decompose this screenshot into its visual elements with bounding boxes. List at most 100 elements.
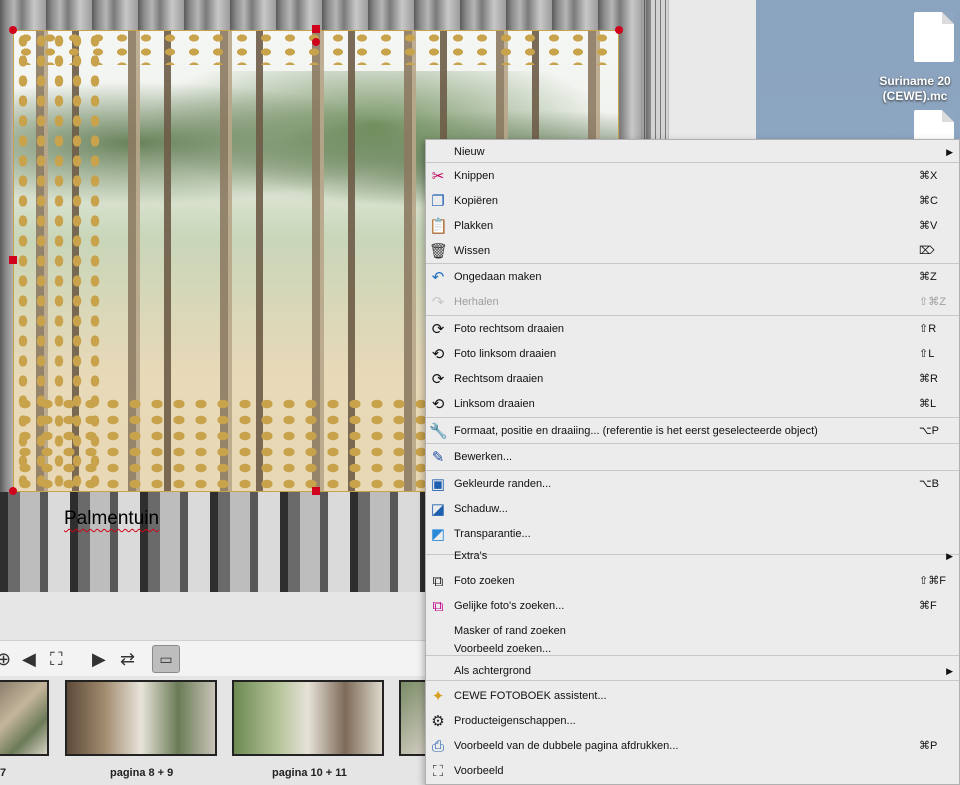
menu-item-foto-rechtsom-draaien[interactable]: ⟳ Foto rechtsom draaien ⇧R [426, 317, 959, 342]
menu-item-foto-linksom-draaien[interactable]: ⟲ Foto linksom draaien ⇧L [426, 342, 959, 367]
page-thumbnail[interactable] [0, 680, 49, 756]
menu-item-shortcut: ⇧⌘Z [919, 296, 946, 308]
menu-item-shortcut: ⌘Z [919, 271, 937, 283]
undo-icon: ↶ [431, 269, 445, 286]
desktop-file-label[interactable]: Suriname 20 (CEWE).mc [870, 74, 960, 104]
menu-item-voorbeeld[interactable]: ⛶ Voorbeeld [426, 759, 959, 784]
magic-wand-icon: ✦ [431, 688, 445, 705]
next-page-icon[interactable]: ▶ [92, 649, 106, 669]
menu-item-gekleurde-randen[interactable]: ▣ Gekleurde randen... ⌥B [426, 472, 959, 497]
menu-item-label: Extra's [454, 550, 488, 562]
menu-item-shortcut: ⇧R [919, 323, 937, 335]
menu-item-extra-s[interactable]: Extra's ▶ [426, 544, 959, 569]
menu-item-label: Herhalen [454, 296, 499, 308]
page-navigation-toolbar: ⊕ ◀ ⛶ ▶ ⇄ ▭ [0, 640, 425, 677]
menu-item-label: Als achtergrond [454, 665, 532, 677]
resize-handle-left[interactable] [9, 256, 17, 264]
menu-item-plakken[interactable]: 📋 Plakken ⌘V [426, 214, 959, 239]
submenu-arrow-icon: ▶ [946, 666, 953, 676]
add-page-icon[interactable]: ⊕ [0, 649, 11, 669]
previous-page-icon[interactable]: ◀ [22, 649, 36, 669]
menu-item-label: Producteigenschappen... [454, 715, 576, 727]
menu-item-label: Foto linksom draaien [454, 348, 557, 360]
menu-item-label: Voorbeeld [454, 765, 504, 777]
menu-item-gelijke-foto-s-zoeken[interactable]: ⧉ Gelijke foto's zoeken... ⌘F [426, 594, 959, 619]
menu-item-shortcut: ⌘F [919, 600, 937, 612]
resize-handle-bottom-left[interactable] [9, 487, 17, 495]
menu-item-linksom-draaien[interactable]: ⟲ Linksom draaien ⌘L [426, 392, 959, 417]
menu-item-label: Wissen [454, 245, 491, 257]
rotate-cw-icon: ⟳ [431, 371, 445, 388]
menu-item-label: Gelijke foto's zoeken... [454, 600, 565, 612]
print-icon: ⎙ [431, 738, 444, 755]
resize-handle-top[interactable] [312, 25, 320, 33]
menu-separator [426, 470, 959, 471]
menu-item-label: Ongedaan maken [454, 271, 542, 283]
resize-handle-top-right[interactable] [615, 26, 623, 34]
menu-item-shortcut: ⌘V [919, 220, 938, 232]
rotate-ccw-icon: ⟲ [431, 396, 445, 413]
rotate-photo-cw-icon: ⟳ [431, 321, 445, 338]
menu-item-rechtsom-draaien[interactable]: ⟳ Rechtsom draaien ⌘R [426, 367, 959, 392]
menu-item-label: Voorbeeld van de dubbele pagina afdrukke… [454, 740, 679, 752]
resize-handle-bottom[interactable] [312, 487, 320, 495]
menu-separator [426, 315, 959, 316]
menu-item-label: Foto rechtsom draaien [454, 323, 565, 335]
thumbnail-label: 7 [0, 767, 7, 779]
menu-item-bewerken[interactable]: ✎ Bewerken... [426, 445, 959, 470]
context-menu: Nieuw ▶ ✂ Knippen ⌘X ❐ Kopiëren ⌘C 📋 Plakken ⌘V 🗑 Wi… [425, 139, 960, 785]
menu-item-formaat-positie-en-draaiing-referentie-i[interactable]: 🔧 Formaat, positie en draaiing... (refere… [426, 419, 959, 444]
menu-item-label: Formaat, positie en draaiing... (referen… [454, 425, 818, 437]
menu-item-wissen[interactable]: 🗑 Wissen ⌦ [426, 239, 959, 264]
page-thumbnail[interactable] [232, 680, 384, 756]
menu-item-label: CEWE FOTOBOEK assistent... [454, 690, 607, 702]
shadow-icon: ◪ [430, 501, 446, 518]
trash-icon: 🗑 [429, 243, 449, 260]
rotate-handle[interactable] [312, 38, 320, 46]
menu-item-foto-zoeken[interactable]: ⧉ Foto zoeken ⇧⌘F [426, 569, 959, 594]
fit-to-screen-icon[interactable]: ⛶ [50, 649, 63, 669]
menu-item-shortcut: ⌥P [919, 425, 940, 437]
page-filmstrip: 7 pagina 8 + 9 pagina 10 + 11 [0, 676, 429, 785]
menu-item-producteigenschappen[interactable]: ⚙ Producteigenschappen... [426, 709, 959, 734]
find-similar-icon: ⧉ [432, 598, 444, 615]
menu-item-shortcut: ⌘R [919, 373, 938, 385]
menu-item-shortcut: ⌘P [919, 740, 938, 752]
page-thumbnail[interactable] [65, 680, 217, 756]
menu-item-knippen[interactable]: ✂ Knippen ⌘X [426, 164, 959, 189]
menu-item-cewe-fotoboek-assistent[interactable]: ✦ CEWE FOTOBOEK assistent... [426, 684, 959, 709]
menu-item-voorbeeld-van-de-dubbele-pagina-afdrukke[interactable]: ⎙ Voorbeeld van de dubbele pagina afdrukk… [426, 734, 959, 759]
menu-item-schaduw[interactable]: ◪ Schaduw... [426, 497, 959, 522]
gear-icon: ⚙ [431, 713, 445, 730]
menu-item-label: Nieuw [454, 146, 485, 158]
thumbnail-label: pagina 8 + 9 [110, 767, 174, 779]
menu-item-herhalen: ↷ Herhalen ⇧⌘Z [426, 290, 959, 315]
menu-item-shortcut: ⇧L [919, 348, 935, 360]
photo-caption[interactable]: Palmentuin [64, 508, 159, 530]
thumbnail-label: pagina 10 + 11 [272, 767, 347, 779]
filmstrip-toggle-icon[interactable]: ▭ [152, 645, 180, 673]
menu-item-label: Foto zoeken [454, 575, 515, 587]
colored-border-icon: ▣ [430, 476, 446, 493]
preview-icon: ⛶ [432, 763, 444, 780]
rotate-photo-ccw-icon: ⟲ [431, 346, 445, 363]
menu-item-shortcut: ⌥B [919, 478, 940, 490]
menu-item-label: Rechtsom draaien [454, 373, 544, 385]
submenu-arrow-icon: ▶ [946, 551, 953, 561]
menu-item-label: Bewerken... [454, 451, 513, 463]
menu-item-kopiëren[interactable]: ❐ Kopiëren ⌘C [426, 189, 959, 214]
find-photo-icon: ⧉ [432, 573, 444, 590]
menu-item-shortcut: ⌦ [919, 245, 935, 257]
wrench-icon: 🔧 [429, 423, 448, 440]
menu-item-nieuw[interactable]: Nieuw ▶ [426, 140, 959, 165]
scissors-icon: ✂ [431, 168, 445, 185]
resize-handle-top-left[interactable] [9, 26, 17, 34]
menu-item-als-achtergrond[interactable]: Als achtergrond ▶ [426, 659, 959, 684]
menu-item-ongedaan-maken[interactable]: ↶ Ongedaan maken ⌘Z [426, 265, 959, 290]
submenu-arrow-icon: ▶ [946, 147, 953, 157]
document-icon[interactable] [914, 12, 954, 62]
menu-item-label: Linksom draaien [454, 398, 535, 410]
menu-item-shortcut: ⌘L [919, 398, 937, 410]
swap-pages-icon[interactable]: ⇄ [120, 649, 135, 669]
menu-item-label: Kopiëren [454, 195, 499, 207]
